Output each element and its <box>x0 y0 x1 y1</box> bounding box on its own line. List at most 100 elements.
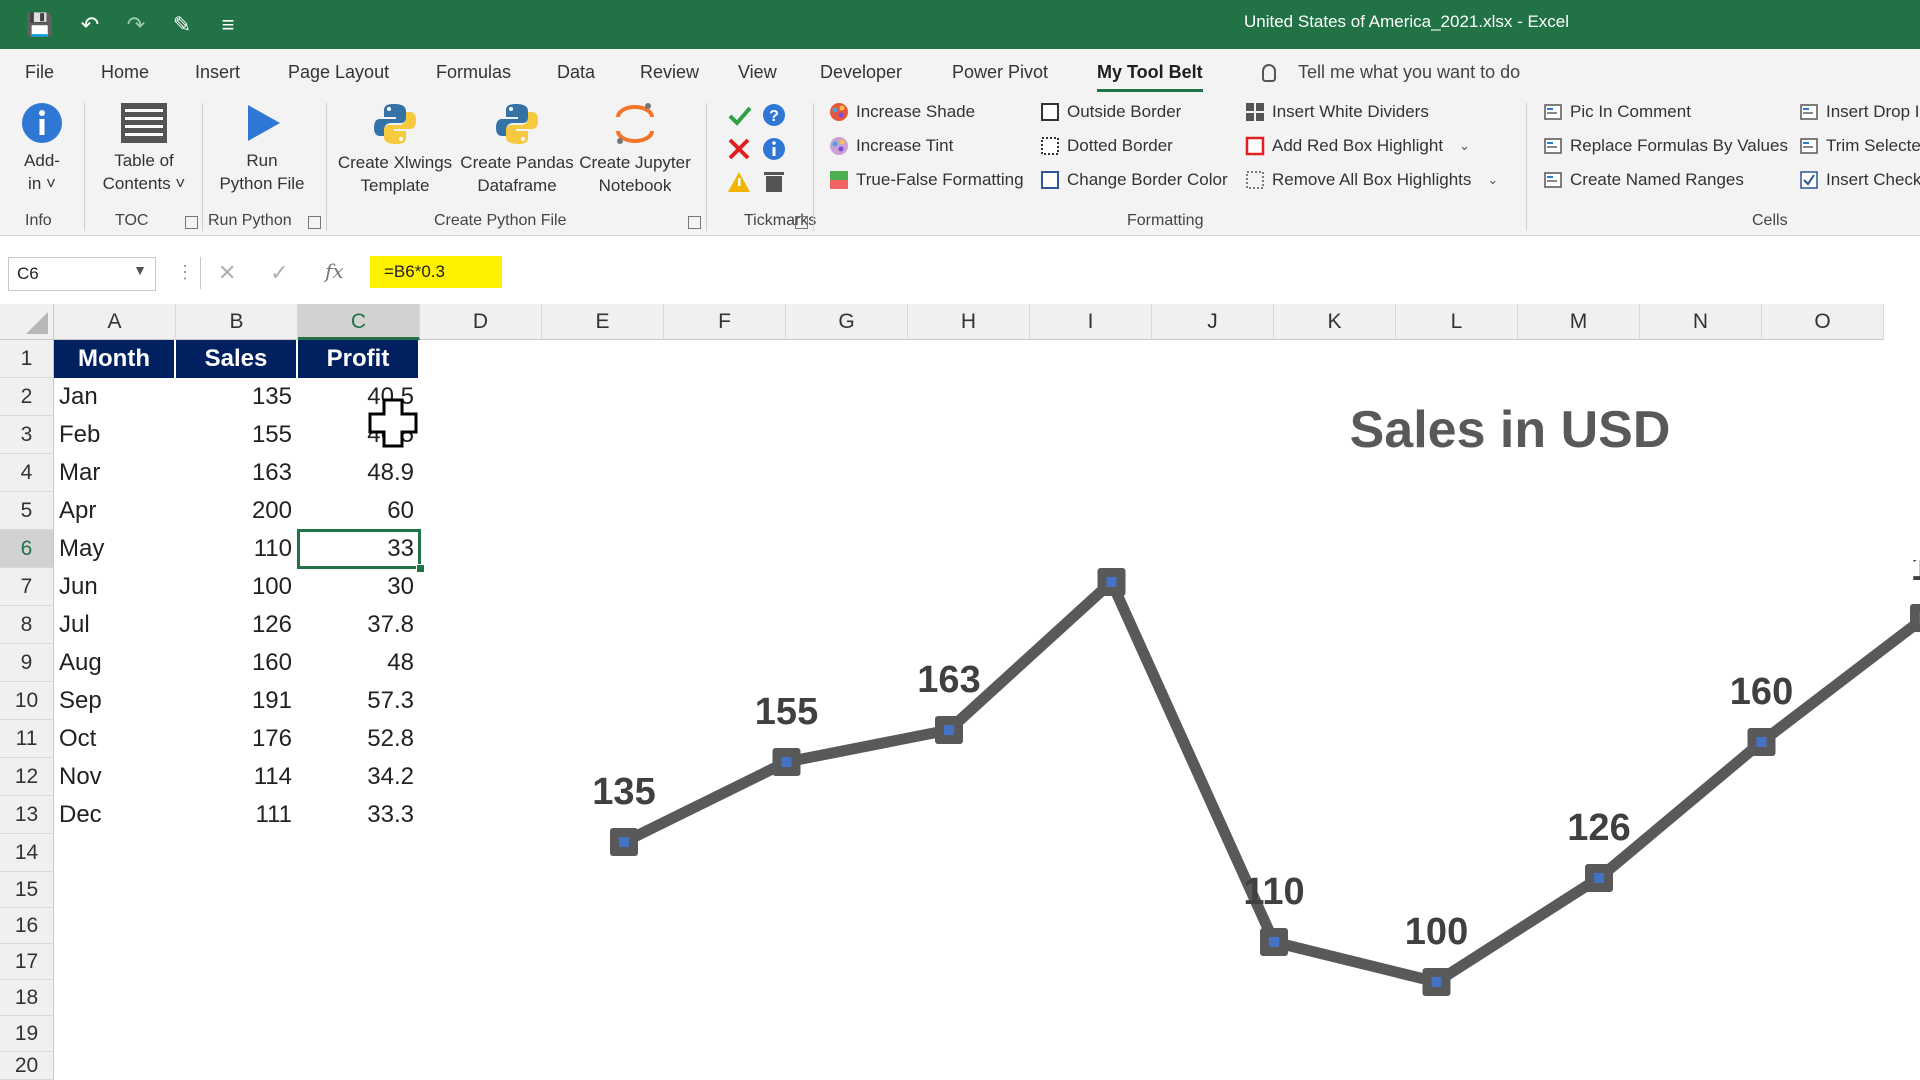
save-icon[interactable]: 💾 <box>22 7 58 43</box>
data-label[interactable]: 19 <box>1911 560 1920 589</box>
tab-file[interactable]: File <box>25 62 54 83</box>
create-xlwings-template-button[interactable]: Create Xlwings Template <box>336 101 454 197</box>
data-label[interactable]: 110 <box>1243 871 1304 913</box>
row-header-18[interactable]: 18 <box>0 980 54 1016</box>
outside-border-button[interactable]: Outside Border <box>1040 102 1181 122</box>
cancel-icon[interactable]: ✕ <box>218 260 236 286</box>
table-of-contents-button[interactable]: Table of Contents ˅ <box>96 101 192 195</box>
cell-profit[interactable]: 37.8 <box>298 606 414 644</box>
column-header-g[interactable]: G <box>786 304 908 340</box>
cell-sales[interactable]: 135 <box>176 378 292 416</box>
row-header-20[interactable]: 20 <box>0 1052 54 1080</box>
remove-all-box-highlights-button[interactable]: Remove All Box Highlights ⌄ <box>1245 170 1498 190</box>
cell-profit[interactable]: 48 <box>298 644 414 682</box>
insert-drop-i-button[interactable]: Insert Drop I <box>1799 102 1920 122</box>
pic-in-comment-button[interactable]: Pic In Comment <box>1543 102 1691 122</box>
info-small-icon[interactable] <box>763 138 785 160</box>
tab-page-layout[interactable]: Page Layout <box>288 62 389 83</box>
cell-profit[interactable]: 30 <box>298 568 414 606</box>
cell-sales[interactable]: 176 <box>176 720 292 758</box>
row-header-9[interactable]: 9 <box>0 644 54 682</box>
cell-month[interactable]: Aug <box>59 644 102 682</box>
data-label[interactable]: 155 <box>755 691 818 733</box>
data-label[interactable]: 160 <box>1730 671 1793 713</box>
cell-sales[interactable]: 163 <box>176 454 292 492</box>
cell-sales[interactable]: 155 <box>176 416 292 454</box>
cell-sales[interactable]: 191 <box>176 682 292 720</box>
cell-sales[interactable]: 126 <box>176 606 292 644</box>
cell-month[interactable]: Apr <box>59 492 96 530</box>
row-header-14[interactable]: 14 <box>0 834 54 872</box>
chevron-down-icon[interactable]: ⌄ <box>1459 138 1470 154</box>
data-point-marker[interactable] <box>1910 604 1920 632</box>
tab-my-tool-belt[interactable]: My Tool Belt <box>1097 62 1203 92</box>
row-header-2[interactable]: 2 <box>0 378 54 416</box>
create-named-ranges-button[interactable]: Create Named Ranges <box>1543 170 1744 190</box>
sales-line-chart[interactable]: 13515516320011010012616019 <box>560 560 1920 1000</box>
cell-month[interactable]: Jul <box>59 606 90 644</box>
cell-sales[interactable]: 160 <box>176 644 292 682</box>
column-header-e[interactable]: E <box>542 304 664 340</box>
tab-review[interactable]: Review <box>640 62 699 83</box>
cell-profit[interactable]: 60 <box>298 492 414 530</box>
checkmark-icon[interactable] <box>728 106 752 126</box>
data-label[interactable]: 163 <box>917 659 980 701</box>
create-jupyter-notebook-button[interactable]: Create Jupyter Notebook <box>576 101 694 197</box>
column-header-i[interactable]: I <box>1030 304 1152 340</box>
cell-month[interactable]: May <box>59 530 104 568</box>
toc-dialog-launcher-icon[interactable] <box>185 216 198 229</box>
column-header-f[interactable]: F <box>664 304 786 340</box>
replace-formulas-by-values-button[interactable]: Replace Formulas By Values <box>1543 136 1788 156</box>
cell-sales[interactable]: 114 <box>176 758 292 796</box>
tab-home[interactable]: Home <box>101 62 149 83</box>
header-cell-month[interactable]: Month <box>54 340 176 378</box>
trim-selecte-button[interactable]: Trim Selecte <box>1799 136 1920 156</box>
cell-sales[interactable]: 111 <box>176 796 292 834</box>
column-header-m[interactable]: M <box>1518 304 1640 340</box>
cell-profit[interactable]: 34.2 <box>298 758 414 796</box>
column-header-b[interactable]: B <box>176 304 298 340</box>
row-header-3[interactable]: 3 <box>0 416 54 454</box>
insert-white-dividers-button[interactable]: Insert White Dividers <box>1245 102 1429 122</box>
row-header-11[interactable]: 11 <box>0 720 54 758</box>
data-label[interactable]: 126 <box>1567 807 1630 849</box>
row-header-5[interactable]: 5 <box>0 492 54 530</box>
insert-check-button[interactable]: Insert Check <box>1799 170 1920 190</box>
row-header-12[interactable]: 12 <box>0 758 54 796</box>
header-cell-profit[interactable]: Profit <box>298 340 420 378</box>
cell-profit[interactable]: 33.3 <box>298 796 414 834</box>
cell-month[interactable]: Sep <box>59 682 102 720</box>
dotted-border-button[interactable]: Dotted Border <box>1040 136 1173 156</box>
cross-icon[interactable] <box>728 138 750 160</box>
cell-sales[interactable]: 100 <box>176 568 292 606</box>
name-box[interactable]: C6 ▼ <box>8 257 156 291</box>
row-header-4[interactable]: 4 <box>0 454 54 492</box>
column-header-n[interactable]: N <box>1640 304 1762 340</box>
insert-function-icon[interactable]: fx <box>325 259 344 283</box>
row-header-19[interactable]: 19 <box>0 1016 54 1052</box>
active-cell-selection[interactable] <box>297 529 421 569</box>
data-label[interactable]: 100 <box>1405 911 1468 953</box>
increase-tint-button[interactable]: Increase Tint <box>829 136 953 156</box>
select-all-corner[interactable] <box>0 304 54 340</box>
column-header-l[interactable]: L <box>1396 304 1518 340</box>
row-header-7[interactable]: 7 <box>0 568 54 606</box>
question-icon[interactable]: ? <box>763 104 785 126</box>
formula-value[interactable]: =B6*0.3 <box>370 256 502 288</box>
data-label[interactable]: 135 <box>592 771 655 813</box>
cell-profit[interactable]: 52.8 <box>298 720 414 758</box>
format-painter-icon[interactable]: ✎ <box>164 7 200 43</box>
tab-power-pivot[interactable]: Power Pivot <box>952 62 1048 83</box>
tab-view[interactable]: View <box>738 62 777 83</box>
row-header-1[interactable]: 1 <box>0 340 54 378</box>
column-header-h[interactable]: H <box>908 304 1030 340</box>
fill-handle[interactable] <box>416 564 425 573</box>
column-header-c[interactable]: C <box>298 304 420 340</box>
row-header-16[interactable]: 16 <box>0 908 54 944</box>
tab-data[interactable]: Data <box>557 62 595 83</box>
undo-icon[interactable]: ↶ <box>72 7 108 43</box>
cell-month[interactable]: Dec <box>59 796 102 834</box>
column-header-a[interactable]: A <box>54 304 176 340</box>
column-header-k[interactable]: K <box>1274 304 1396 340</box>
tell-me-search[interactable]: Tell me what you want to do <box>1262 62 1520 83</box>
